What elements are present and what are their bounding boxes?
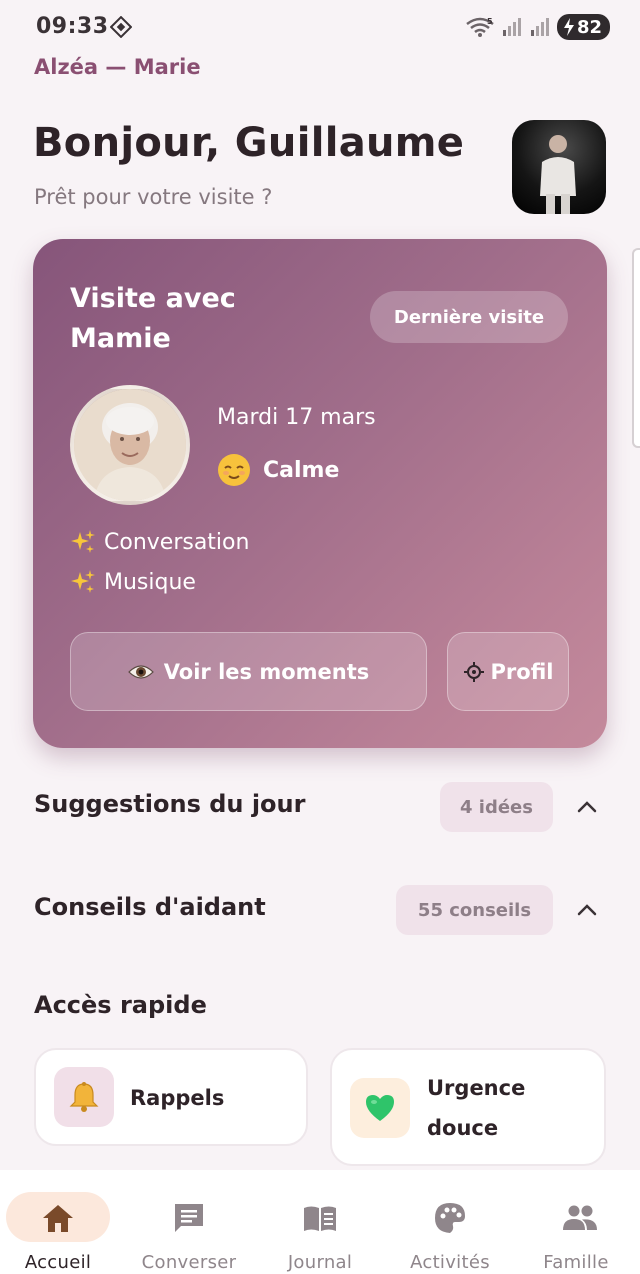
nav-label-chat: Converser xyxy=(141,1252,237,1273)
activity-tag-music: Musique xyxy=(70,569,196,595)
profile-button[interactable]: Profil xyxy=(447,632,569,711)
app-notification-icon xyxy=(110,16,132,38)
charging-bolt-icon xyxy=(563,18,574,36)
tag-label: Musique xyxy=(104,569,196,595)
nav-label-journal: Journal xyxy=(287,1252,353,1273)
visit-card: Visite avec Mamie Dernière visite Mardi … xyxy=(33,239,607,748)
signal-icon-2 xyxy=(530,18,549,36)
user-avatar[interactable] xyxy=(512,120,606,214)
nav-label-activities: Activités xyxy=(410,1252,490,1273)
activity-tag-conversation: Conversation xyxy=(70,529,249,555)
nav-label-family: Famille xyxy=(543,1252,609,1273)
greeting-subtitle: Prêt pour votre visite ? xyxy=(34,185,273,209)
nav-label-home: Accueil xyxy=(24,1252,92,1273)
avatar-photo xyxy=(540,135,576,214)
elder-photo xyxy=(70,385,190,505)
nav-item-activities[interactable]: Activités xyxy=(386,1170,514,1274)
quick-access-reminders[interactable]: Rappels xyxy=(34,1048,308,1146)
status-indicators: 5 82 xyxy=(465,14,610,40)
chevron-up-icon[interactable] xyxy=(576,799,598,813)
bell-icon xyxy=(69,1082,99,1112)
view-moments-button[interactable]: Voir les moments xyxy=(70,632,427,711)
scroll-indicator[interactable] xyxy=(632,248,640,448)
home-icon xyxy=(43,1205,73,1232)
tips-count-badge: 55 conseils xyxy=(396,885,553,935)
mood-label: Calme xyxy=(263,457,340,483)
signal-icon xyxy=(502,18,521,36)
visit-date: Mardi 17 mars xyxy=(217,405,376,430)
reminders-label: Rappels xyxy=(130,1086,225,1110)
mood-indicator: Calme xyxy=(217,453,339,487)
gear-icon xyxy=(463,661,484,682)
gentle-emergency-label-line1: Urgence xyxy=(427,1076,526,1100)
palette-icon xyxy=(435,1203,465,1233)
sparkles-icon xyxy=(71,570,95,593)
relieved-face-icon xyxy=(218,454,250,486)
heart-icon-container xyxy=(350,1078,410,1138)
quick-access-title: Accès rapide xyxy=(34,991,207,1019)
visit-title: Visite avec Mamie xyxy=(70,283,236,354)
suggestions-count-badge: 4 idées xyxy=(440,782,553,832)
status-time: 09:33 xyxy=(36,14,109,39)
nav-item-home[interactable]: Accueil xyxy=(0,1170,128,1274)
view-moments-label: Voir les moments xyxy=(163,659,370,684)
wifi-icon: 5 xyxy=(466,17,494,37)
green-heart-icon xyxy=(366,1095,394,1121)
battery-indicator: 82 xyxy=(556,14,610,40)
tag-label: Conversation xyxy=(104,529,250,555)
suggestions-title[interactable]: Suggestions du jour xyxy=(34,790,305,818)
tips-title[interactable]: Conseils d'aidant xyxy=(34,893,266,921)
app-subtitle: Alzéa — Marie xyxy=(34,55,201,79)
chat-icon xyxy=(175,1204,203,1232)
people-icon xyxy=(563,1205,597,1230)
home-screen: 09:33 5 82 Alzéa — Marie Bonjour, Guilla… xyxy=(0,0,640,1274)
gentle-emergency-label-line2: douce xyxy=(427,1116,499,1140)
profile-label: Profil xyxy=(490,659,554,684)
nav-item-chat[interactable]: Converser xyxy=(125,1170,253,1274)
sparkles-icon xyxy=(71,530,95,553)
bottom-navigation: Accueil Converser Journal Activités Fami… xyxy=(0,1170,640,1274)
last-visit-button[interactable]: Dernière visite xyxy=(370,291,568,343)
network-badge: 5 xyxy=(487,17,493,26)
bell-icon-container xyxy=(54,1067,114,1127)
book-icon xyxy=(304,1206,336,1231)
quick-access-gentle-emergency[interactable]: Urgence douce xyxy=(330,1048,606,1166)
battery-level: 82 xyxy=(576,16,602,38)
greeting-title: Bonjour, Guillaume xyxy=(33,120,465,166)
chevron-up-icon[interactable] xyxy=(576,902,598,916)
eye-icon xyxy=(127,664,154,679)
nav-item-journal[interactable]: Journal xyxy=(256,1170,384,1274)
nav-item-family[interactable]: Famille xyxy=(512,1170,640,1274)
status-bar: 09:33 5 82 xyxy=(0,0,640,56)
